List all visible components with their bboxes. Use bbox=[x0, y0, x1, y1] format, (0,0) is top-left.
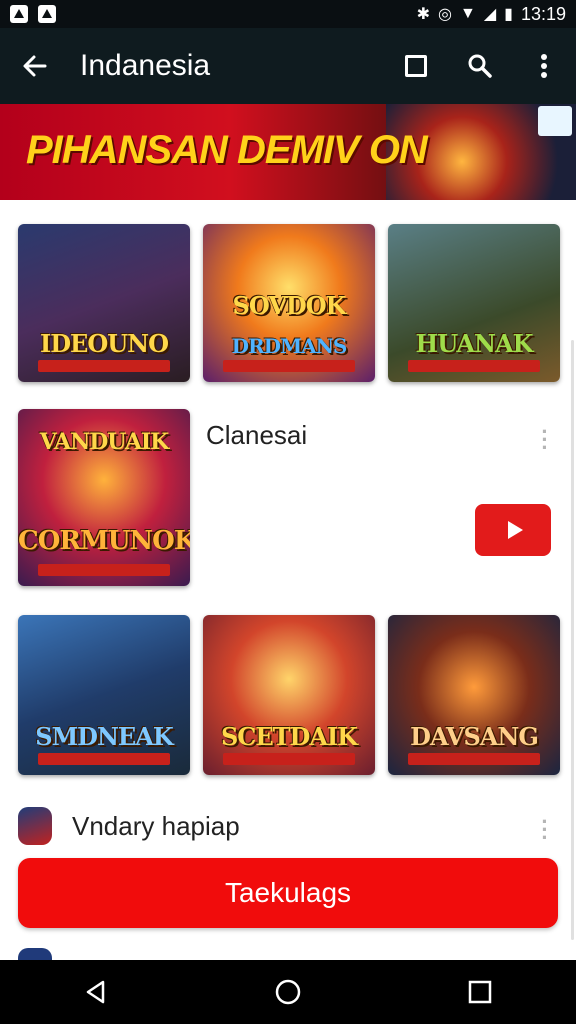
nav-home-icon bbox=[275, 979, 301, 1005]
next-item-avatar bbox=[18, 948, 52, 960]
nav-back-icon bbox=[86, 980, 105, 1004]
wifi-icon: ▼ bbox=[459, 5, 476, 22]
game-tile-ribbon bbox=[223, 753, 355, 765]
game-tile-ribbon bbox=[38, 753, 170, 765]
nav-back-button[interactable] bbox=[56, 960, 136, 1024]
search-icon bbox=[468, 54, 492, 78]
cast-icon bbox=[405, 55, 427, 77]
status-bar: ✱ ◎ ▼ ◢ ▮ 13:19 bbox=[0, 0, 576, 28]
nav-recents-icon bbox=[468, 980, 492, 1004]
game-tile-ribbon bbox=[38, 360, 170, 372]
game-tile-1[interactable]: IDEOUNO bbox=[18, 224, 190, 382]
game-tile-ribbon bbox=[408, 753, 540, 765]
nav-home-button[interactable] bbox=[248, 960, 328, 1024]
search-button[interactable] bbox=[448, 28, 512, 104]
game-tile-label: HUANAK bbox=[415, 329, 534, 358]
game-tile-label: DAVSANG bbox=[410, 722, 539, 751]
back-button[interactable] bbox=[0, 28, 70, 104]
gallery-notification-icon bbox=[38, 5, 56, 23]
featured-game-tile[interactable]: VANDUAIK CORMUNOK bbox=[18, 409, 190, 586]
notification-icons bbox=[10, 5, 56, 23]
bluetooth-icon: ✱ bbox=[416, 6, 431, 23]
more-options-button[interactable] bbox=[512, 28, 576, 104]
game-tile-4[interactable]: SMDNEAK bbox=[18, 615, 190, 775]
featured-title[interactable]: Clanesai bbox=[206, 420, 307, 451]
channel-more-icon[interactable]: · · · bbox=[535, 811, 555, 849]
signal-icon: ◢ bbox=[483, 6, 497, 23]
game-tile-ribbon bbox=[408, 360, 540, 372]
channel-row[interactable]: Vndary hapiap bbox=[18, 806, 558, 846]
cta-button[interactable]: Taekulags bbox=[18, 858, 558, 928]
promo-banner[interactable]: PIHANSAN DEMIV ON bbox=[0, 104, 576, 200]
scrollbar[interactable] bbox=[571, 340, 574, 940]
game-tile-ribbon bbox=[38, 564, 170, 576]
back-arrow-icon bbox=[23, 55, 47, 77]
game-tile-label: SCETDAIK bbox=[220, 722, 358, 751]
more-vert-icon bbox=[541, 54, 547, 78]
game-tile-sublabel: DRDMANS bbox=[231, 334, 348, 358]
youtube-play-button[interactable] bbox=[475, 504, 551, 556]
system-nav-bar bbox=[0, 960, 576, 1024]
play-icon bbox=[507, 521, 523, 539]
game-tile-label: SMDNEAK bbox=[35, 722, 173, 751]
game-tile-label: IDEOUNO bbox=[39, 329, 169, 358]
game-tile-5[interactable]: SCETDAIK bbox=[203, 615, 375, 775]
game-tile-label: SOVDOK bbox=[232, 291, 346, 320]
vibrate-icon: ◎ bbox=[438, 6, 452, 23]
battery-icon: ▮ bbox=[504, 6, 513, 23]
system-indicators: ✱ ◎ ▼ ◢ ▮ 13:19 bbox=[417, 4, 566, 25]
game-tile-3[interactable]: HUANAK bbox=[388, 224, 560, 382]
clock: 13:19 bbox=[520, 3, 566, 24]
cast-button[interactable] bbox=[384, 28, 448, 104]
nav-recents-button[interactable] bbox=[440, 960, 520, 1024]
page-title: Indanesia bbox=[80, 49, 211, 82]
game-tile-ribbon bbox=[223, 360, 355, 372]
channel-avatar bbox=[18, 807, 52, 845]
banner-badge-icon bbox=[538, 106, 572, 136]
featured-more-icon[interactable]: · · · bbox=[535, 421, 555, 459]
channel-name: Vndary hapiap bbox=[72, 810, 240, 841]
game-tile-2[interactable]: SOVDOK DRDMANS bbox=[203, 224, 375, 382]
photo-notification-icon bbox=[10, 5, 28, 23]
game-tile-6[interactable]: DAVSANG bbox=[388, 615, 560, 775]
banner-title: PIHANSAN DEMIV ON bbox=[26, 128, 428, 172]
featured-tile-label: CORMUNOK bbox=[18, 526, 190, 556]
app-bar: Indanesia bbox=[0, 28, 576, 104]
featured-tile-top-label: VANDUAIK bbox=[39, 429, 170, 455]
